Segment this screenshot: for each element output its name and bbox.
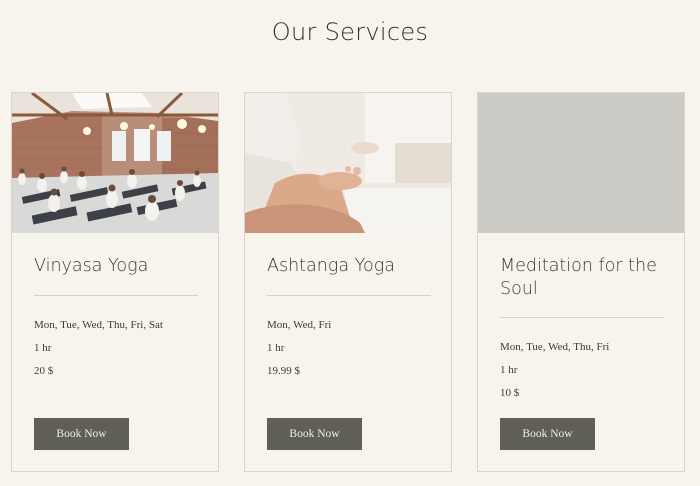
service-image-meditation	[245, 93, 451, 233]
service-image-placeholder	[478, 93, 684, 233]
page-title: Our Services	[271, 18, 429, 46]
service-duration: 1 hr	[500, 364, 518, 376]
service-duration: 1 hr	[34, 342, 52, 354]
service-days: Mon, Tue, Wed, Thu, Fri, Sat	[34, 319, 163, 331]
service-days: Mon, Tue, Wed, Thu, Fri	[500, 341, 610, 353]
service-title: Ashtanga Yoga	[267, 256, 395, 276]
card-divider	[500, 317, 664, 318]
service-price: 20 $	[34, 365, 54, 377]
book-now-button[interactable]: Book Now	[34, 418, 129, 450]
service-card-vinyasa: Vinyasa Yoga Mon, Tue, Wed, Thu, Fri, Sa…	[11, 92, 219, 472]
card-divider	[267, 295, 431, 296]
service-days: Mon, Wed, Fri	[267, 319, 332, 331]
service-image-yoga-class	[12, 93, 218, 233]
service-card-meditation: Meditation for the Soul Mon, Tue, Wed, T…	[477, 92, 685, 472]
service-price: 19.99 $	[267, 365, 300, 377]
book-now-button[interactable]: Book Now	[267, 418, 362, 450]
book-now-button[interactable]: Book Now	[500, 418, 595, 450]
service-title: Vinyasa Yoga	[34, 256, 149, 276]
service-duration: 1 hr	[267, 342, 285, 354]
service-price: 10 $	[500, 387, 520, 399]
card-divider	[34, 295, 198, 296]
service-card-ashtanga: Ashtanga Yoga Mon, Wed, Fri 1 hr 19.99 $…	[244, 92, 452, 472]
service-title: Meditation for the Soul	[500, 256, 657, 299]
